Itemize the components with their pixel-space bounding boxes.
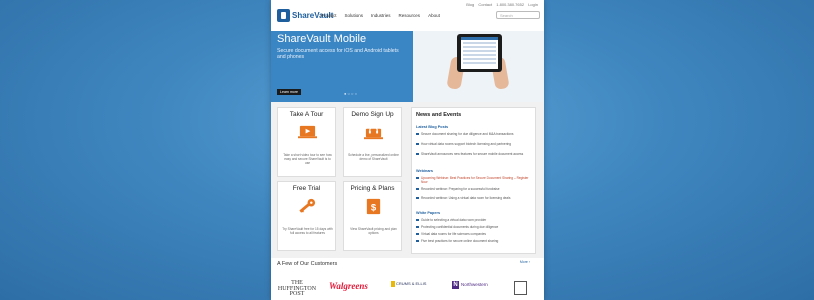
nav-item-product[interactable]: Product — [319, 12, 339, 19]
dollar-tag-icon: $ — [366, 198, 381, 215]
news-item[interactable]: Recorded webinar: Using a virtual data r… — [416, 196, 531, 200]
card-text: View ShareVault pricing and plan options — [350, 227, 397, 235]
logo-partial — [514, 281, 527, 295]
hero-subtitle: Secure document access for iOS and Andro… — [277, 48, 399, 61]
news-section-blog: Latest Blog Posts — [416, 125, 449, 129]
play-video-icon — [298, 125, 317, 139]
card-title: Free Trial — [292, 185, 321, 192]
news-item[interactable]: Five best practices for secure online do… — [416, 239, 531, 243]
headset-laptop-icon — [364, 126, 383, 140]
nav-item-industries[interactable]: Industries — [369, 12, 393, 19]
customers-section: A Few of Our Customers More › THE HUFFIN… — [271, 258, 544, 300]
news-item[interactable]: Secure document sharing for due diligenc… — [416, 132, 531, 136]
card-pricing-plans[interactable]: Pricing & Plans $ View ShareVault pricin… — [343, 181, 402, 251]
news-events-panel: News and Events Latest Blog Posts Secure… — [411, 107, 536, 254]
utility-phone: 1.800.380.7652 — [496, 2, 525, 7]
logo-walgreens: Walgreens — [329, 281, 368, 291]
slider-pager[interactable]: ● ○ ○ ○ — [344, 91, 357, 96]
tablet-screen — [461, 37, 498, 69]
news-item[interactable]: ShareVault announces new features for se… — [416, 152, 531, 156]
hero-title: ShareVault Mobile — [277, 33, 367, 45]
utility-link-contact[interactable]: Contact — [478, 2, 492, 7]
news-item[interactable]: How virtual data rooms support biotech l… — [416, 142, 531, 146]
search-input[interactable]: Search — [496, 11, 540, 19]
svg-text:$: $ — [371, 202, 377, 213]
key-icon — [299, 198, 316, 213]
logo-crums-ellis: CRUMS & ELLIS — [391, 281, 426, 295]
news-item-highlight[interactable]: Upcoming Webinar: Best Practices for Sec… — [416, 176, 531, 184]
nav-item-solutions[interactable]: Solutions — [343, 12, 366, 19]
logo-huffington-post: THE HUFFINGTON POST — [277, 280, 317, 297]
card-title: Demo Sign Up — [351, 111, 394, 118]
customers-title: A Few of Our Customers — [277, 261, 338, 267]
tablet-image — [457, 34, 502, 72]
hero-banner: ShareVault Mobile Secure document access… — [271, 31, 544, 102]
news-title: News and Events — [416, 112, 462, 118]
news-item[interactable]: Virtual data rooms for life sciences com… — [416, 232, 531, 236]
utility-link-login[interactable]: Login — [528, 2, 538, 7]
news-item[interactable]: Recorded webinar: Preparing for a succes… — [416, 187, 531, 191]
card-title: Pricing & Plans — [350, 185, 395, 192]
card-free-trial[interactable]: Free Trial Try ShareVault free for 15 da… — [277, 181, 336, 251]
card-demo-sign-up[interactable]: Demo Sign Up Schedule a live, personaliz… — [343, 107, 402, 177]
main-content: Take A Tour Take a short video tour to s… — [271, 102, 544, 258]
card-title: Take A Tour — [289, 111, 324, 118]
main-nav: Product Solutions Industries Resources A… — [319, 12, 442, 19]
news-section-webinars: Webinars — [416, 169, 434, 173]
news-item[interactable]: Guide to selecting a virtual data room p… — [416, 218, 531, 222]
news-section-white-papers: White Papers — [416, 211, 441, 215]
card-text: Take a short video tour to see how easy … — [283, 153, 332, 165]
hero-image — [413, 31, 544, 102]
news-item[interactable]: Protecting confidential documents during… — [416, 225, 531, 229]
nav-item-about[interactable]: About — [426, 12, 442, 19]
utility-links: Blog Contact 1.800.380.7652 Login — [463, 2, 538, 7]
nav-item-resources[interactable]: Resources — [397, 12, 423, 19]
card-text: Schedule a live, personalized online dem… — [348, 153, 399, 161]
card-text: Try ShareVault free for 15 days with ful… — [282, 227, 333, 235]
utility-link-blog[interactable]: Blog — [466, 2, 474, 7]
learn-more-button[interactable]: Learn more — [277, 89, 301, 95]
page: ShareVault Blog Contact 1.800.380.7652 L… — [271, 0, 544, 300]
customers-more-link[interactable]: More › — [520, 260, 530, 264]
top-bar: ShareVault Blog Contact 1.800.380.7652 L… — [271, 0, 544, 31]
card-take-a-tour[interactable]: Take A Tour Take a short video tour to s… — [277, 107, 336, 177]
logo-northwestern: N Northwestern — [452, 281, 488, 289]
logo-icon — [277, 8, 290, 22]
